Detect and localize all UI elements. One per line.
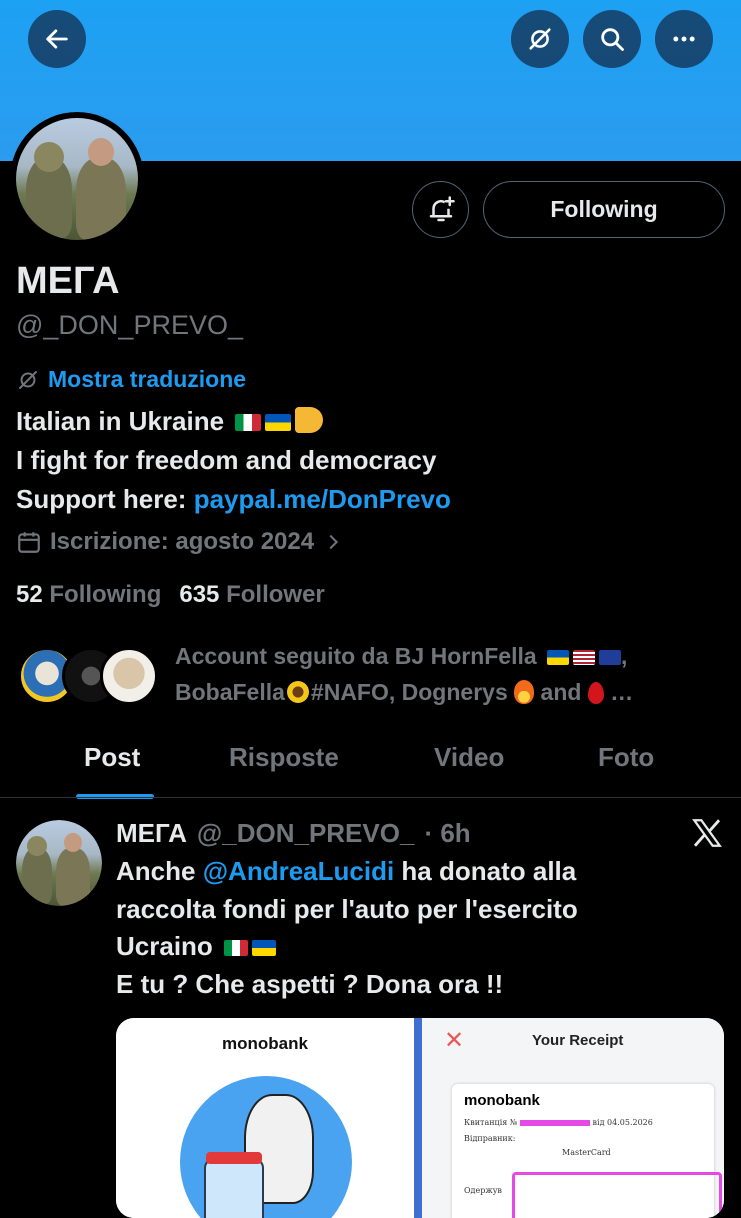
eu-flag-icon [599,650,622,665]
tab-video[interactable]: Video [434,742,504,773]
post-text: Anche @AndreaLucidi ha donato alla racco… [116,856,578,999]
translate-off-icon [19,370,37,389]
post-time[interactable]: · 6h [424,818,470,849]
receipt-highlight-box [512,1172,722,1218]
bio-paypal-link[interactable]: paypal.me/DonPrevo [194,484,451,514]
post-author-name[interactable]: МЕГА [116,818,187,849]
profile-avatar[interactable] [10,112,144,246]
calendar-icon [18,532,40,553]
post-media[interactable]: monobank ✕ Your Receipt monobank Квитанц… [116,1018,724,1218]
jar-lid [206,1152,262,1164]
following-stat[interactable]: 52 Following [16,581,161,609]
translate-off-icon [529,28,551,50]
sunflower-emoji-icon [286,681,309,703]
blood-drop-emoji-icon [587,682,604,704]
search-icon [601,28,624,51]
profile-handle: @_DON_PREVO_ [16,310,243,340]
post-author-handle[interactable]: @_DON_PREVO_ [197,818,415,849]
ukraine-flag-icon [252,940,277,956]
follow-stats: 52 Following 635 Follower [16,581,325,609]
search-button[interactable] [583,10,641,68]
more-button[interactable] [655,10,713,68]
media-monobank-panel: monobank [116,1018,414,1218]
profile-name: МЕГА [16,260,120,302]
receipt-number-label: Квитанція № від 04.05.2026 [464,1118,653,1127]
receipt-card: monobank Квитанція № від 04.05.2026 Відп… [452,1084,722,1218]
fire-emoji-icon [514,680,535,704]
italy-flag-icon [235,414,262,431]
media-left-title: monobank [222,1034,308,1053]
close-icon: ✕ [444,1027,465,1054]
receipt-brand: monobank [464,1092,540,1109]
bio-line-1: Italian in Ukraine [16,406,225,436]
translate-label: Mostra traduzione [48,366,247,392]
jar-icon [204,1158,264,1218]
bio-line-3-prefix: Support here: [16,484,187,514]
tab-foto[interactable]: Foto [598,742,654,773]
notify-button[interactable] [412,181,469,238]
followers-stat[interactable]: 635 Follower [179,581,324,609]
usa-flag-icon [573,650,596,665]
tabs-divider [0,797,741,798]
bio-line-2: I fight for freedom and democracy [16,445,437,475]
joined-label: Iscrizione: agosto 2024 [50,528,315,555]
following-button[interactable]: Following [483,181,725,238]
chevron-right-icon [329,534,339,550]
avatar-photo [16,118,138,240]
media-separator [414,1018,422,1218]
tab-post[interactable]: Post [84,742,140,773]
receipt-sender-label: Відправник: [464,1134,516,1143]
translate-toggle-button[interactable] [511,10,569,68]
media-receipt-panel: ✕ Your Receipt monobank Квитанція № від … [422,1018,724,1218]
arrow-left-icon [46,29,68,49]
ukraine-flag-icon [547,650,570,665]
receipt-recipient-label: Одержув [464,1186,502,1195]
profile-bio: Italian in Ukraine I fight for freedom a… [16,402,451,519]
tab-risposte[interactable]: Risposte [229,742,339,773]
avatar-photo [16,820,102,906]
joined-date[interactable]: Iscrizione: agosto 2024 [16,528,344,556]
profile-tabs: Post Risposte Video Foto [0,730,741,799]
post-header: МЕГА @_DON_PREVO_ · 6h [116,818,471,849]
salute-emoji-icon [295,407,324,433]
receipt-title: Your Receipt [532,1032,624,1049]
bell-plus-icon [429,195,455,221]
follower-avatar-3[interactable] [100,647,158,705]
italy-flag-icon [224,940,249,956]
back-button[interactable] [28,10,86,68]
show-translation-link[interactable]: Mostra traduzione [16,366,246,393]
x-logo-icon [692,819,722,847]
receipt-card-type: MasterCard [562,1148,611,1157]
post-author-avatar[interactable] [16,820,102,906]
mention-link[interactable]: @AndreaLucidi [203,856,394,886]
more-horizontal-icon [673,36,695,42]
followed-by-text[interactable]: Account seguito da BJ HornFella , BobaFe… [175,638,735,710]
ukraine-flag-icon [265,414,292,431]
